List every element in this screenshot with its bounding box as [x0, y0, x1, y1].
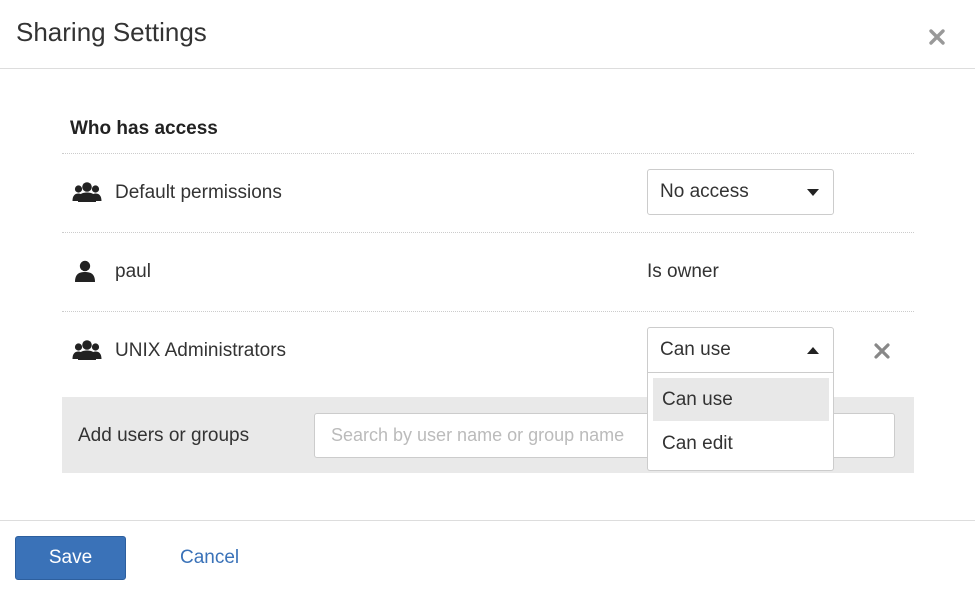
- row-name: paul: [115, 261, 151, 282]
- add-users-label: Add users or groups: [78, 425, 250, 446]
- dialog-header: Sharing Settings: [0, 0, 975, 69]
- permission-select-default[interactable]: No access: [647, 169, 834, 215]
- group-icon: [72, 182, 102, 202]
- close-icon[interactable]: [927, 27, 947, 47]
- section-heading: Who has access: [70, 118, 218, 139]
- option-can-edit[interactable]: Can edit: [653, 422, 829, 465]
- row-name: UNIX Administrators: [115, 340, 287, 361]
- permission-select-group[interactable]: Can use: [647, 327, 834, 373]
- save-button[interactable]: Save: [15, 536, 126, 580]
- select-value: No access: [660, 181, 749, 202]
- remove-icon[interactable]: [873, 342, 891, 360]
- caret-up-icon: [807, 347, 819, 354]
- caret-down-icon: [807, 189, 819, 196]
- row-name: Default permissions: [115, 182, 282, 203]
- dialog-title: Sharing Settings: [16, 17, 207, 47]
- cancel-link[interactable]: Cancel: [180, 547, 239, 569]
- option-can-use[interactable]: Can use: [653, 378, 829, 421]
- access-row-owner: paul Is owner: [62, 233, 914, 311]
- dialog-footer: Save Cancel: [0, 520, 975, 594]
- user-icon: [75, 260, 95, 282]
- access-row-default: Default permissions No access: [62, 154, 914, 232]
- group-icon: [72, 340, 102, 360]
- permission-dropdown-menu: Can use Can edit: [647, 373, 834, 471]
- select-value: Can use: [660, 339, 731, 360]
- owner-label: Is owner: [647, 261, 719, 282]
